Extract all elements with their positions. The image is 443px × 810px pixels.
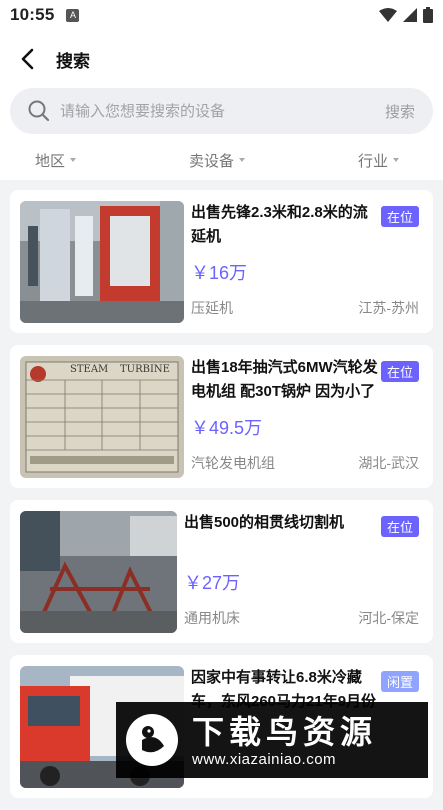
item-photo: STEAM TURBINE	[20, 356, 184, 478]
item-photo	[20, 201, 184, 323]
item-price: ￥27万	[184, 573, 241, 593]
watermark-url: www.xiazainiao.com	[192, 750, 337, 768]
status-time: 10:55	[10, 5, 55, 24]
bird-logo-icon	[126, 714, 178, 766]
item-category: 汽轮发电机组	[191, 455, 275, 471]
search-bar: 搜索	[10, 88, 433, 134]
item-location: 河北-保定	[358, 610, 419, 626]
list-item[interactable]: 出售500的相贯线切割机 ￥27万 通用机床 河北-保定 在位	[10, 500, 433, 643]
item-info: 出售500的相贯线切割机 ￥27万 通用机床 河北-保定 在位	[184, 511, 423, 632]
watermark-title: 下载鸟资源	[192, 713, 378, 750]
battery-icon	[423, 7, 433, 23]
item-location: 湖北-武汉	[358, 455, 419, 471]
item-category: 通用机床	[184, 610, 240, 626]
filter-label: 卖设备	[189, 152, 235, 170]
status-badge: 在位	[380, 206, 419, 227]
filter-label: 行业	[358, 152, 389, 170]
item-price: ￥49.5万	[191, 418, 263, 438]
status-badge: 闲置	[380, 671, 419, 692]
filter-bar: 地区 卖设备 行业	[0, 140, 443, 180]
top-app-bar: 搜索	[0, 30, 443, 88]
sim-icon: A	[66, 8, 80, 22]
filter-trade-type[interactable]: 卖设备	[189, 150, 246, 171]
filter-label: 地区	[35, 152, 66, 170]
list-item[interactable]: 出售先锋2.3米和2.8米的流延机 ￥16万 压延机 江苏-苏州 在位	[10, 190, 433, 333]
status-bar: 10:55 A	[0, 0, 443, 30]
search-button[interactable]: 搜索	[385, 101, 415, 122]
nameplate-line1: STEAM	[70, 364, 108, 375]
item-info: 出售先锋2.3米和2.8米的流延机 ￥16万 压延机 江苏-苏州 在位	[191, 201, 423, 322]
caret-down-icon	[393, 158, 400, 162]
search-area: 搜索	[0, 88, 443, 140]
item-category: 压延机	[191, 300, 233, 316]
item-photo	[20, 511, 177, 633]
list-item[interactable]: STEAM TURBINE 出售18年抽汽式6MW汽轮发电机组 配30T锅炉 因…	[10, 345, 433, 488]
signal-icon	[403, 8, 417, 22]
arrow-left-icon	[21, 48, 34, 70]
watermark: 下载鸟资源 www.xiazainiao.com	[116, 702, 428, 778]
item-info: 出售18年抽汽式6MW汽轮发电机组 配30T锅炉 因为小了 ￥49.5万 汽轮发…	[191, 356, 423, 477]
status-icons	[379, 7, 433, 23]
item-location: 江苏-苏州	[358, 300, 419, 316]
back-button[interactable]	[2, 30, 52, 88]
search-icon	[28, 100, 50, 122]
filter-industry[interactable]: 行业	[358, 150, 400, 171]
watermark-text: 下载鸟资源 www.xiazainiao.com	[192, 713, 377, 768]
status-badge: 在位	[380, 361, 419, 382]
page-title: 搜索	[56, 51, 90, 71]
nameplate-line2: TURBINE	[120, 364, 170, 375]
status-badge: 在位	[380, 516, 419, 537]
item-price: ￥16万	[191, 263, 248, 283]
caret-down-icon	[239, 158, 246, 162]
wifi-icon	[379, 8, 397, 22]
filter-region[interactable]: 地区	[35, 150, 77, 171]
caret-down-icon	[70, 158, 77, 162]
search-input[interactable]	[60, 102, 385, 120]
